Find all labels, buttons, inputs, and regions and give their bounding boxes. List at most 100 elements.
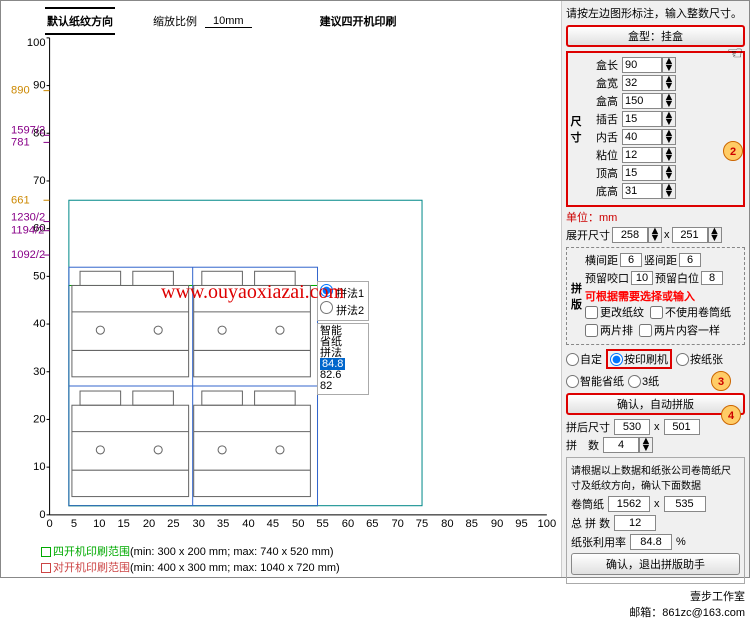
dim-label: 插舌 <box>588 111 618 127</box>
svg-text:661: 661 <box>11 194 30 206</box>
svg-text:25: 25 <box>167 518 179 530</box>
dim-section-label: 尺寸 <box>568 53 584 205</box>
svg-text:1194/2: 1194/2 <box>11 225 44 237</box>
svg-text:20: 20 <box>143 518 155 530</box>
spinner-icon[interactable]: ▲▼ <box>639 437 653 453</box>
spinner-icon[interactable]: ▲▼ <box>662 129 676 145</box>
svg-text:70: 70 <box>391 518 403 530</box>
chk-roll[interactable]: 不使用卷筒纸 <box>650 304 731 320</box>
control-panel: 请按左边图形标注，输入整数尺寸。 盒型：挂盒 尺寸 盒长 ▲▼ 盒宽 ▲▼ 盒高 ▲▼ 插舌… <box>561 1 749 577</box>
svg-text:95: 95 <box>515 518 527 530</box>
layout-opt-1[interactable]: 拼法1 <box>320 284 366 301</box>
svg-text:10: 10 <box>93 518 105 530</box>
anno-2: 2 <box>723 141 743 161</box>
overlay-note: 可根据需要选择或输入 <box>585 288 740 304</box>
imposition-panel: 拼版 横间距竖间距 预留咬口预留白位 可根据需要选择或输入 更改纸纹不使用卷筒纸… <box>566 247 745 345</box>
chk-two[interactable]: 两片排 <box>585 322 633 338</box>
spinner-icon[interactable]: ▲▼ <box>662 57 676 73</box>
expand-h-input[interactable] <box>672 227 708 243</box>
dim-input-1[interactable] <box>622 75 662 91</box>
svg-text:50: 50 <box>292 518 304 530</box>
after-w[interactable] <box>614 419 650 435</box>
spinner-icon[interactable]: ▲▼ <box>662 93 676 109</box>
spinner-icon[interactable]: ▲▼ <box>662 75 676 91</box>
spinner-icon[interactable]: ▲▼ <box>662 147 676 163</box>
svg-text:40: 40 <box>33 318 45 330</box>
dim-label: 粘位 <box>588 147 618 163</box>
input-hint: 请按左边图形标注，输入整数尺寸。 <box>566 5 745 21</box>
dim-input-3[interactable] <box>622 111 662 127</box>
spinner-icon[interactable]: ▲▼ <box>662 111 676 127</box>
chk-same[interactable]: 两片内容一样 <box>639 322 720 338</box>
svg-text:35: 35 <box>217 518 229 530</box>
expand-size-row: 展开尺寸 ▲▼ x ▲▼ <box>566 227 745 243</box>
chart-canvas: 01020 304050 607080 90100 0510 152025 30… <box>9 26 557 547</box>
dim-input-2[interactable] <box>622 93 662 109</box>
dim-label: 顶高 <box>588 165 618 181</box>
mode-radios: 自定 按印刷机 按纸张 <box>566 349 745 369</box>
svg-text:75: 75 <box>416 518 428 530</box>
roll-h[interactable] <box>664 496 706 512</box>
anno-3: 3 <box>711 371 731 391</box>
side-options: 拼法1 拼法2 智能省纸拼法 智能省纸拼法 84.8 82.6 82 <box>317 281 369 397</box>
svg-text:1092/2: 1092/2 <box>11 249 45 261</box>
dim-label: 盒宽 <box>588 75 618 91</box>
count-input[interactable] <box>603 437 639 453</box>
svg-text:15: 15 <box>117 518 129 530</box>
dim-input-5[interactable] <box>622 147 662 163</box>
svg-text:70: 70 <box>33 175 45 187</box>
dim-input-7[interactable] <box>622 183 662 199</box>
dim-label: 盒长 <box>588 57 618 73</box>
dim-label: 盒高 <box>588 93 618 109</box>
svg-text:85: 85 <box>466 518 478 530</box>
spinner-icon[interactable]: ▲▼ <box>708 227 722 243</box>
svg-text:65: 65 <box>366 518 378 530</box>
gap-h-input[interactable] <box>620 253 642 267</box>
svg-text:781: 781 <box>11 136 30 148</box>
chart-area: 默认纸纹方向 缩放比例 10mm 建议四开机印刷 01020 304050 60… <box>1 1 561 577</box>
radio-press[interactable]: 按印刷机 <box>606 349 672 369</box>
margin-input[interactable] <box>701 271 723 285</box>
exit-button[interactable]: 确认，退出拼版助手 <box>571 553 740 575</box>
svg-text:80: 80 <box>441 518 453 530</box>
total-input[interactable] <box>614 515 656 531</box>
after-h[interactable] <box>664 419 700 435</box>
spinner-icon[interactable]: ▲▼ <box>662 183 676 199</box>
footer: 壹步工作室 邮箱：861zc@163.com <box>566 588 745 620</box>
radio-smart[interactable]: 智能省纸 <box>566 373 624 389</box>
radio-custom[interactable]: 自定 <box>566 351 602 367</box>
bleed-input[interactable] <box>631 271 653 285</box>
layout-opt-2[interactable]: 拼法2 <box>320 301 366 318</box>
smart-info: 智能省纸拼法 智能省纸拼法 84.8 82.6 82 <box>317 323 369 395</box>
chk-grain[interactable]: 更改纸纹 <box>585 304 644 320</box>
confirm-impose-button[interactable]: 确认，自动拼版 <box>566 393 745 415</box>
pin-section-label: 拼版 <box>571 252 585 340</box>
svg-text:10: 10 <box>33 461 45 473</box>
svg-text:100: 100 <box>538 518 557 530</box>
dim-label: 底高 <box>588 183 618 199</box>
svg-text:5: 5 <box>71 518 77 530</box>
roll-panel: 请根据以上数据和纸张公司卷筒纸尺寸及纸纹方向，确认下面数据 卷筒纸x 总 拼 数… <box>566 457 745 584</box>
svg-text:30: 30 <box>33 366 45 378</box>
anno-4: 4 <box>721 405 741 425</box>
spinner-icon[interactable]: ▲▼ <box>662 165 676 181</box>
roll-hint: 请根据以上数据和纸张公司卷筒纸尺寸及纸纹方向，确认下面数据 <box>571 462 740 492</box>
dim-input-6[interactable] <box>622 165 662 181</box>
spinner-icon[interactable]: ▲▼ <box>648 227 662 243</box>
usage-input[interactable] <box>630 534 672 550</box>
svg-text:100: 100 <box>27 37 46 49</box>
svg-text:30: 30 <box>193 518 205 530</box>
dim-input-4[interactable] <box>622 129 662 145</box>
radio-3paper[interactable]: 3纸 <box>628 373 659 389</box>
roll-w[interactable] <box>608 496 650 512</box>
dim-input-0[interactable] <box>622 57 662 73</box>
gap-v-input[interactable] <box>679 253 701 267</box>
svg-text:45: 45 <box>267 518 279 530</box>
expand-w-input[interactable] <box>612 227 648 243</box>
boxtype-button[interactable]: 盒型：挂盒 <box>566 25 745 47</box>
dimension-panel: 尺寸 盒长▲▼盒宽▲▼盒高▲▼插舌▲▼内舌▲▼粘位▲▼顶高▲▼底高▲▼ <box>566 51 745 207</box>
svg-text:0: 0 <box>39 509 45 521</box>
radio-paper[interactable]: 按纸张 <box>676 351 723 367</box>
svg-text:890: 890 <box>11 85 30 97</box>
svg-text:40: 40 <box>242 518 254 530</box>
